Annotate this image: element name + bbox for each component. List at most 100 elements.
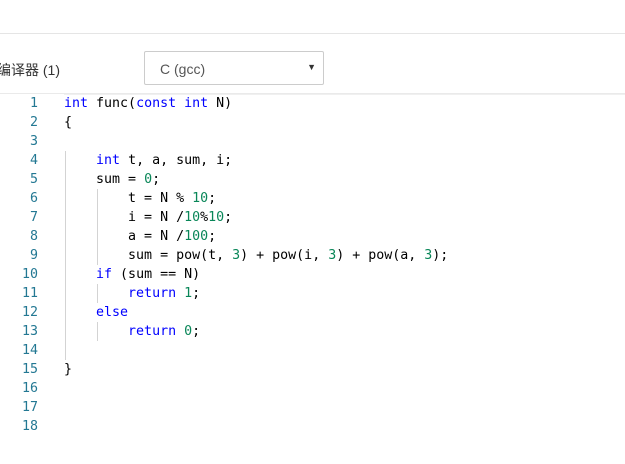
code-token: ) + pow(i, xyxy=(240,248,329,263)
code-text: int t, a, sum, i; xyxy=(64,151,232,170)
number-token: 0 xyxy=(184,324,193,339)
code-text: return 1; xyxy=(64,284,200,303)
code-text: a = N /100; xyxy=(64,227,216,246)
code-line: 10 if (sum == N) xyxy=(0,265,625,284)
code-token: t, a, sum, i; xyxy=(120,153,233,168)
code-text: i = N /10%10; xyxy=(64,208,232,227)
line-number: 5 xyxy=(29,172,38,187)
code-line: 15} xyxy=(0,360,625,379)
code-token: (sum == N) xyxy=(112,267,201,282)
code-token: ); xyxy=(432,248,449,263)
code-text: return 0; xyxy=(64,322,200,341)
keyword-token: if xyxy=(96,267,113,282)
code-editor[interactable]: 1 int func(const int N) 2{3 4 int t, a, sum… xyxy=(0,93,625,464)
code-line: 12 else xyxy=(0,303,625,322)
code-token: } xyxy=(64,362,73,377)
compiler-select-value: C (gcc) xyxy=(160,61,206,77)
code-token: a = N / xyxy=(64,229,185,244)
code-line: 9 sum = pow(t, 3) + pow(i, 3) + pow(a, 3… xyxy=(0,246,625,265)
code-token: ; xyxy=(192,324,201,339)
line-number: 11 xyxy=(21,286,38,301)
indent-guide xyxy=(97,189,98,265)
indent-guide xyxy=(97,284,98,303)
number-token: 0 xyxy=(144,172,153,187)
code-token: sum = xyxy=(64,172,145,187)
line-number: 4 xyxy=(29,153,38,168)
code-line: 7 i = N /10%10; xyxy=(0,208,625,227)
number-token: 3 xyxy=(232,248,241,263)
line-number: 17 xyxy=(21,400,38,415)
code-line: 2{ xyxy=(0,113,625,132)
line-number: 2 xyxy=(29,115,38,130)
code-text: else xyxy=(64,303,128,322)
number-token: 10 xyxy=(208,210,225,225)
code-token: ; xyxy=(224,210,233,225)
number-token: 10 xyxy=(184,210,201,225)
code-token: i = N / xyxy=(64,210,185,225)
indent-guide xyxy=(97,322,98,341)
code-token: ; xyxy=(208,229,217,244)
line-number: 13 xyxy=(21,324,38,339)
code-line: 16 xyxy=(0,379,625,398)
code-text: t = N % 10; xyxy=(64,189,216,208)
code-token: ; xyxy=(208,191,217,206)
code-line: 5 sum = 0; xyxy=(0,170,625,189)
code-token: t = N % xyxy=(64,191,193,206)
chevron-down-icon: ▼ xyxy=(307,62,316,72)
code-line: 18 xyxy=(0,417,625,436)
keyword-token: int xyxy=(184,96,209,111)
compiler-select[interactable]: C (gcc) ▼ xyxy=(144,51,324,85)
code-line: 8 a = N /100; xyxy=(0,227,625,246)
number-token: 10 xyxy=(192,191,209,206)
line-number: 1 xyxy=(29,96,38,111)
code-token: func( xyxy=(88,96,137,111)
code-text: if (sum == N) xyxy=(64,265,200,284)
code-text: { xyxy=(64,113,72,132)
code-line: 17 xyxy=(0,398,625,417)
line-number: 15 xyxy=(21,362,38,377)
keyword-token: const xyxy=(136,96,177,111)
code-token: ; xyxy=(152,172,161,187)
keyword-token: int xyxy=(96,153,121,168)
keyword-token: return xyxy=(128,286,177,301)
code-text: sum = 0; xyxy=(64,170,160,189)
number-token: 100 xyxy=(184,229,209,244)
code-token: sum = pow(t, xyxy=(64,248,233,263)
code-line: 11 return 1; xyxy=(0,284,625,303)
line-number: 9 xyxy=(29,248,38,263)
keyword-token: return xyxy=(128,324,177,339)
indent-guide xyxy=(65,151,66,360)
code-line: 13 return 0; xyxy=(0,322,625,341)
code-line: 4 int t, a, sum, i; xyxy=(0,151,625,170)
compiler-row: 编译器 (1) C (gcc) ▼ xyxy=(0,34,625,92)
line-number: 16 xyxy=(21,381,38,396)
line-number: 8 xyxy=(29,229,38,244)
line-number: 3 xyxy=(29,134,38,149)
code-token: ; xyxy=(192,286,201,301)
code-token: % xyxy=(200,210,209,225)
code-token: { xyxy=(64,115,73,130)
keyword-token: int xyxy=(64,96,89,111)
line-number: 18 xyxy=(21,419,38,434)
code-line: 14 xyxy=(0,341,625,360)
line-number: 10 xyxy=(21,267,38,282)
line-number: 7 xyxy=(29,210,38,225)
code-text: } xyxy=(64,360,72,379)
code-token: N) xyxy=(208,96,233,111)
line-number: 6 xyxy=(29,191,38,206)
keyword-token: else xyxy=(96,305,129,320)
code-line: 6 t = N % 10; xyxy=(0,189,625,208)
code-text: int func(const int N) xyxy=(64,94,232,113)
top-bar xyxy=(0,0,625,34)
code-line: 3 xyxy=(0,132,625,151)
code-text: sum = pow(t, 3) + pow(i, 3) + pow(a, 3); xyxy=(64,246,448,265)
code-token: ) + pow(a, xyxy=(336,248,425,263)
line-number: 14 xyxy=(21,343,38,358)
line-number: 12 xyxy=(21,305,38,320)
